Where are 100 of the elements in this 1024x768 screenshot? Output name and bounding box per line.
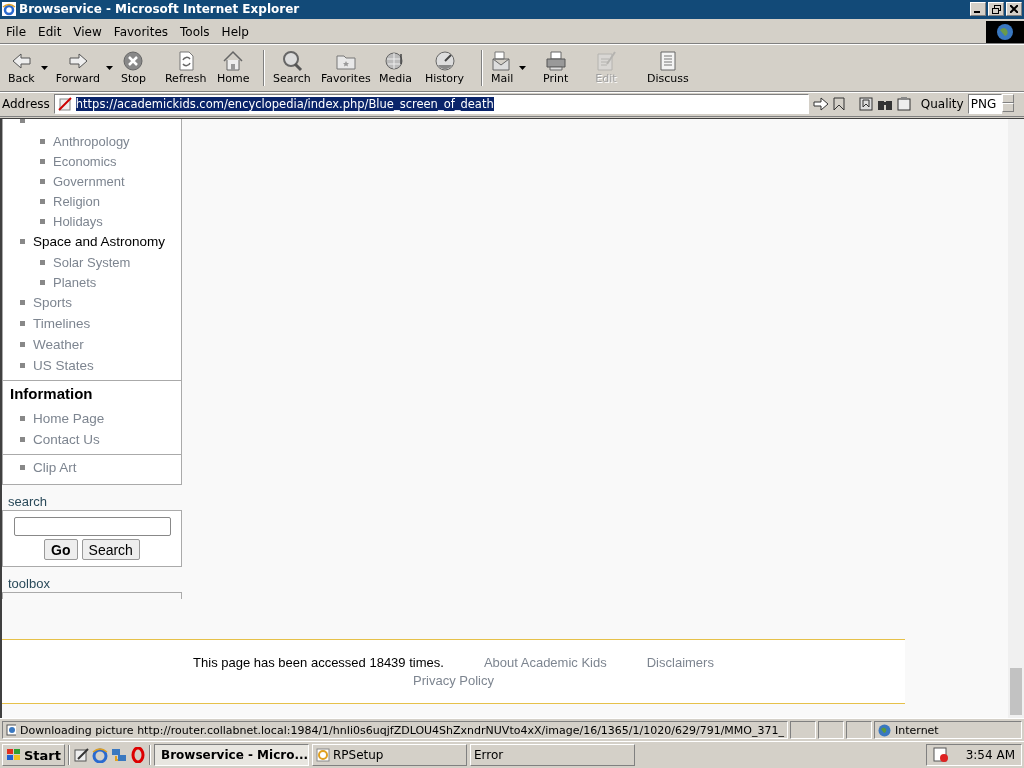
- menu-item[interactable]: Edit: [32, 24, 68, 39]
- search-field[interactable]: [13, 517, 171, 537]
- nav-link[interactable]: Planets: [3, 272, 181, 293]
- window-title: Browservice - Microsoft Internet Explorer: [19, 2, 301, 17]
- start-button[interactable]: Start: [2, 744, 65, 767]
- taskbar-button[interactable]: Error: [470, 744, 635, 767]
- bullet-icon: [40, 158, 45, 164]
- search-button[interactable]: Go: [44, 539, 78, 561]
- quality-label: Quality: [920, 97, 964, 112]
- nav-link[interactable]: Contact Us: [3, 429, 181, 451]
- clock-text: 3:54 AM: [965, 748, 1015, 763]
- bullet-icon: [40, 259, 45, 265]
- go-arrow-icon[interactable]: [812, 97, 829, 112]
- toolbar-button[interactable]: Stop: [116, 46, 161, 89]
- page-icon: [57, 97, 72, 112]
- footer-link[interactable]: About Academic Kids: [483, 655, 607, 671]
- nav-link[interactable]: Clip Art: [3, 457, 181, 479]
- search-heading: search: [7, 493, 49, 511]
- nav-link[interactable]: Economics: [3, 151, 181, 172]
- bookmark-icon[interactable]: [832, 97, 845, 112]
- calendar-icon[interactable]: [933, 747, 949, 764]
- search-button[interactable]: Search: [81, 539, 140, 561]
- bullet-icon: [20, 239, 25, 245]
- bullet-icon: [20, 321, 25, 327]
- ring-icon[interactable]: [130, 747, 146, 764]
- quality-field[interactable]: PNG: [967, 94, 1002, 115]
- notepad-icon: [594, 50, 617, 73]
- browser-logo-icon: [2, 2, 16, 17]
- search-icon: [280, 50, 303, 73]
- pencil-icon[interactable]: [73, 747, 89, 764]
- clipboard-icon[interactable]: [896, 97, 911, 112]
- toolbox-heading: toolbox: [7, 575, 51, 593]
- network-icon[interactable]: [111, 747, 127, 764]
- nav-link[interactable]: Weather: [3, 334, 181, 356]
- printer-icon: [544, 50, 567, 73]
- taskbar-button[interactable]: Browservice - Micro...: [154, 744, 309, 767]
- toolbar-button[interactable]: Back: [4, 46, 52, 89]
- toolbar-button[interactable]: Favorites: [316, 46, 375, 89]
- setup-icon: [316, 748, 330, 763]
- bullet-icon: [20, 300, 25, 306]
- nav-link[interactable]: Home Page: [3, 408, 181, 430]
- zone-text: Internet: [895, 723, 939, 737]
- bullet-icon: [20, 437, 25, 443]
- spinner-icon[interactable]: [1001, 94, 1014, 113]
- menu-item[interactable]: Favorites: [107, 24, 175, 39]
- nav-link[interactable]: Anthropology: [3, 131, 181, 152]
- scroll-thumb[interactable]: [1010, 668, 1022, 716]
- access-count-text: This page has been accessed 18439 times.: [193, 655, 444, 671]
- nav-link[interactable]: Religion: [3, 191, 181, 212]
- nav-link[interactable]: Solar System: [3, 252, 181, 273]
- page-icon: [6, 724, 17, 737]
- nav-link[interactable]: US States: [3, 355, 181, 377]
- nav-link[interactable]: Holidays: [3, 211, 181, 232]
- address-field[interactable]: https://academickids.com/encyclopedia/index.php/Blue_screen_of_death: [53, 94, 809, 115]
- stop-icon: [122, 50, 145, 73]
- toolbar-button[interactable]: Search: [268, 46, 317, 89]
- bullet-icon: [20, 342, 25, 348]
- bullet-icon: [20, 465, 25, 471]
- status-panel: [846, 721, 872, 740]
- status-panel: [818, 721, 844, 740]
- bullet-icon: [20, 416, 25, 422]
- toolbar-button[interactable]: Home: [212, 46, 259, 89]
- toolbar-button[interactable]: Forward: [51, 46, 117, 89]
- bullet-icon: [40, 218, 45, 224]
- status-text: Downloading picture http://router.collabnet.local:1984/1/hnIi0s6uqjfZDLOU4ShZxndrNUVto4xX/image/16/1365/1/1020/629/791/MMO_371_: [20, 723, 784, 737]
- toolbar-button[interactable]: Mail: [486, 46, 539, 89]
- globe-icon: [878, 723, 891, 737]
- nav-link[interactable]: Government: [3, 171, 181, 192]
- bullet-icon: [40, 279, 45, 285]
- toolbar-button[interactable]: Media: [374, 46, 421, 89]
- toolbar-button[interactable]: Discuss: [642, 46, 695, 89]
- nav-link[interactable]: Sports: [3, 292, 181, 314]
- toolbar-button[interactable]: Refresh: [160, 46, 213, 89]
- picture-frame-icon[interactable]: [858, 97, 873, 112]
- address-label: Address: [2, 97, 50, 112]
- windows-logo-icon: [6, 748, 22, 763]
- footer-link[interactable]: Privacy Policy: [413, 673, 494, 689]
- home-icon: [222, 50, 245, 73]
- scrollbar[interactable]: [1008, 119, 1024, 719]
- close-button[interactable]: [1006, 2, 1022, 17]
- menu-item[interactable]: Help: [215, 24, 255, 39]
- restore-icon: [991, 4, 1001, 14]
- toolbar-button[interactable]: Print: [538, 46, 591, 89]
- toolbar-button[interactable]: History: [420, 46, 477, 89]
- close-icon: [1010, 5, 1018, 14]
- nav-link[interactable]: Space and Astronomy: [3, 231, 181, 253]
- menu-item[interactable]: Tools: [174, 24, 216, 39]
- nav-link[interactable]: Timelines: [3, 313, 181, 335]
- status-panel: [790, 721, 816, 740]
- menu-item[interactable]: View: [67, 24, 108, 39]
- bullet-icon: [40, 178, 45, 184]
- bullet-icon: [20, 363, 25, 369]
- footer-link[interactable]: Disclaimers: [646, 655, 714, 671]
- bullet-icon: [40, 198, 45, 204]
- restore-button[interactable]: [988, 2, 1004, 17]
- minimize-button[interactable]: [970, 2, 986, 17]
- bullet-icon: [20, 119, 25, 124]
- taskbar-button[interactable]: RPSetup: [312, 744, 467, 767]
- menu-item[interactable]: File: [0, 24, 33, 39]
- section-heading: Information: [10, 385, 94, 403]
